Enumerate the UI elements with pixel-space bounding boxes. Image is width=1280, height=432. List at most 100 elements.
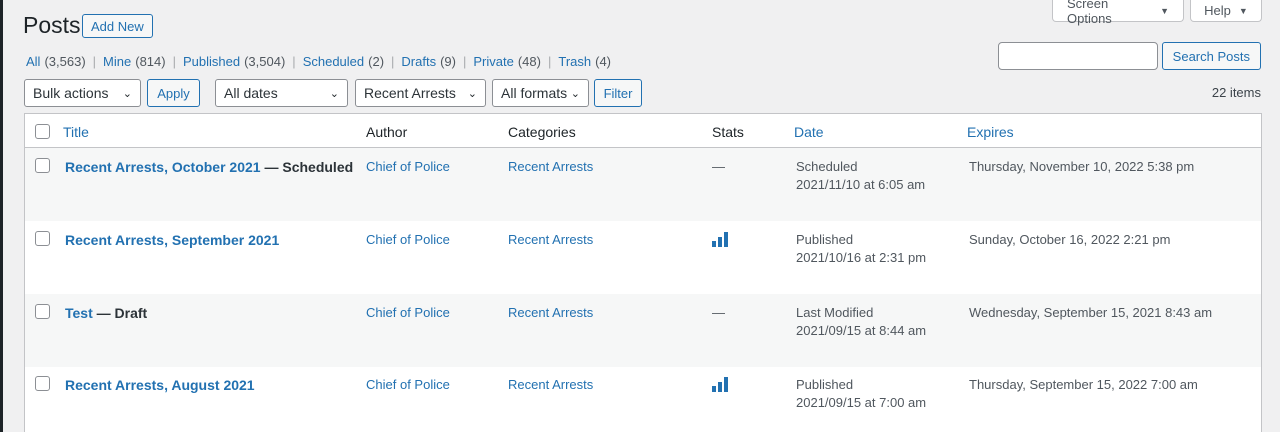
post-status-views: All (3,563) | Mine (814) | Published (3,504) | Sc… bbox=[26, 54, 611, 69]
expires-value: Thursday, November 10, 2022 5:38 pm bbox=[969, 159, 1195, 174]
post-title-link[interactable]: Recent Arrests, September 2021 bbox=[65, 232, 279, 248]
view-mine[interactable]: Mine bbox=[103, 54, 131, 69]
expires-value: Sunday, October 16, 2022 2:21 pm bbox=[969, 232, 1171, 247]
view-trash[interactable]: Trash bbox=[558, 54, 591, 69]
view-published[interactable]: Published bbox=[183, 54, 240, 69]
post-state: — Draft bbox=[92, 305, 148, 321]
date-status: Last Modified bbox=[796, 305, 874, 320]
add-new-button[interactable]: Add New bbox=[82, 14, 153, 38]
view-count: (3,563) bbox=[44, 54, 86, 69]
chevron-down-icon: ⌄ bbox=[122, 87, 132, 100]
post-state: — Scheduled bbox=[260, 159, 354, 175]
view-separator: | bbox=[172, 54, 176, 69]
dates-filter-select[interactable]: All dates ⌄ bbox=[215, 79, 348, 107]
view-count: (814) bbox=[135, 54, 166, 69]
category-filter-value: Recent Arrests bbox=[364, 85, 456, 101]
screen-options-tab[interactable]: Screen Options ▼ bbox=[1052, 0, 1184, 26]
chevron-down-icon: ⌄ bbox=[570, 87, 580, 100]
posts-table: Title Author Categories Stats Date Expir… bbox=[24, 113, 1262, 432]
column-categories: Categories bbox=[508, 124, 576, 140]
view-separator: | bbox=[292, 54, 296, 69]
post-title-link[interactable]: Recent Arrests, October 2021 bbox=[65, 159, 261, 175]
page-title: Posts bbox=[23, 12, 81, 38]
post-title-cell: Test — Draft bbox=[65, 304, 147, 322]
category-link[interactable]: Recent Arrests bbox=[508, 304, 593, 322]
select-all-checkbox[interactable] bbox=[35, 124, 50, 139]
formats-filter-value: All formats bbox=[501, 85, 568, 101]
date-value: 2021/11/10 at 6:05 am bbox=[796, 177, 926, 192]
expires-value: Wednesday, September 15, 2021 8:43 am bbox=[969, 305, 1213, 320]
help-label: Help bbox=[1204, 3, 1231, 18]
filter-button[interactable]: Filter bbox=[594, 79, 642, 107]
stats-value: — bbox=[712, 159, 725, 174]
apply-button[interactable]: Apply bbox=[147, 79, 200, 107]
category-link[interactable]: Recent Arrests bbox=[508, 376, 593, 394]
bulk-actions-select[interactable]: Bulk actions ⌄ bbox=[24, 79, 141, 107]
date-value: 2021/09/15 at 7:00 am bbox=[796, 395, 927, 410]
category-filter-select[interactable]: Recent Arrests ⌄ bbox=[355, 79, 486, 107]
search-posts-button[interactable]: Search Posts bbox=[1161, 42, 1261, 70]
bulk-actions-value: Bulk actions bbox=[33, 85, 109, 101]
date-value: 2021/10/16 at 2:31 pm bbox=[796, 250, 927, 265]
screen-options-label: Screen Options bbox=[1067, 0, 1112, 26]
view-count: (3,504) bbox=[244, 54, 286, 69]
date-status: Published bbox=[796, 232, 854, 247]
items-count: 22 items bbox=[1211, 85, 1261, 100]
bar-chart-icon[interactable] bbox=[712, 376, 728, 392]
post-title-link[interactable]: Test bbox=[65, 305, 93, 321]
view-all[interactable]: All bbox=[26, 54, 40, 69]
date-cell: Published 2021/10/16 at 2:31 pm bbox=[796, 231, 926, 267]
author-link[interactable]: Chief of Police bbox=[366, 304, 450, 322]
post-title-cell: Recent Arrests, August 2021 bbox=[65, 376, 255, 394]
row-checkbox[interactable] bbox=[35, 231, 50, 246]
view-private[interactable]: Private bbox=[473, 54, 513, 69]
category-link[interactable]: Recent Arrests bbox=[508, 231, 593, 249]
screen-meta-links: Screen Options ▼ Help ▼ bbox=[1052, 0, 1262, 26]
expires-value: Thursday, September 15, 2022 7:00 am bbox=[969, 377, 1198, 392]
formats-filter-select[interactable]: All formats ⌄ bbox=[492, 79, 589, 107]
row-checkbox[interactable] bbox=[35, 304, 50, 319]
admin-menu-edge bbox=[0, 0, 3, 432]
author-link[interactable]: Chief of Police bbox=[366, 158, 450, 176]
author-link[interactable]: Chief of Police bbox=[366, 376, 450, 394]
view-count: (9) bbox=[440, 54, 456, 69]
view-count: (4) bbox=[595, 54, 611, 69]
triangle-down-icon: ▼ bbox=[1160, 5, 1169, 16]
date-value: 2021/09/15 at 8:44 am bbox=[796, 323, 927, 338]
help-tab[interactable]: Help ▼ bbox=[1190, 0, 1262, 22]
table-row: Test — Draft Chief of Police Recent Arre… bbox=[25, 294, 1261, 367]
table-row: Recent Arrests, September 2021 Chief of … bbox=[25, 221, 1261, 294]
bar-chart-icon[interactable] bbox=[712, 231, 728, 247]
triangle-down-icon: ▼ bbox=[1238, 5, 1248, 16]
category-link[interactable]: Recent Arrests bbox=[508, 158, 593, 176]
date-cell: Scheduled 2021/11/10 at 6:05 am bbox=[796, 158, 925, 194]
row-checkbox[interactable] bbox=[35, 376, 50, 391]
column-date-sort[interactable]: Date bbox=[794, 124, 824, 140]
search-input[interactable] bbox=[997, 42, 1158, 70]
post-title-cell: Recent Arrests, October 2021 — Scheduled bbox=[65, 158, 353, 176]
view-scheduled[interactable]: Scheduled bbox=[303, 54, 364, 69]
row-checkbox[interactable] bbox=[35, 158, 50, 173]
stats-value: — bbox=[712, 305, 725, 320]
search-box: Search Posts bbox=[997, 42, 1261, 70]
date-cell: Last Modified 2021/09/15 at 8:44 am bbox=[796, 304, 926, 340]
date-status: Published bbox=[796, 377, 854, 392]
view-count: (48) bbox=[517, 54, 541, 69]
post-title-cell: Recent Arrests, September 2021 bbox=[65, 231, 279, 249]
post-title-link[interactable]: Recent Arrests, August 2021 bbox=[65, 377, 255, 393]
column-author: Author bbox=[366, 124, 408, 140]
view-separator: | bbox=[391, 54, 395, 69]
column-title-sort[interactable]: Title bbox=[63, 124, 89, 140]
view-separator: | bbox=[92, 54, 97, 69]
view-separator: | bbox=[547, 54, 552, 69]
view-count: (2) bbox=[368, 54, 385, 69]
view-drafts[interactable]: Drafts bbox=[401, 54, 436, 69]
table-row: Recent Arrests, October 2021 — Scheduled… bbox=[25, 148, 1261, 221]
table-row: Recent Arrests, August 2021 Chief of Pol… bbox=[25, 366, 1261, 432]
chevron-down-icon: ⌄ bbox=[467, 87, 477, 100]
chevron-down-icon: ⌄ bbox=[329, 87, 339, 100]
author-link[interactable]: Chief of Police bbox=[366, 231, 450, 249]
date-status: Scheduled bbox=[796, 159, 858, 174]
column-expires-sort[interactable]: Expires bbox=[967, 124, 1014, 140]
view-separator: | bbox=[462, 54, 467, 69]
